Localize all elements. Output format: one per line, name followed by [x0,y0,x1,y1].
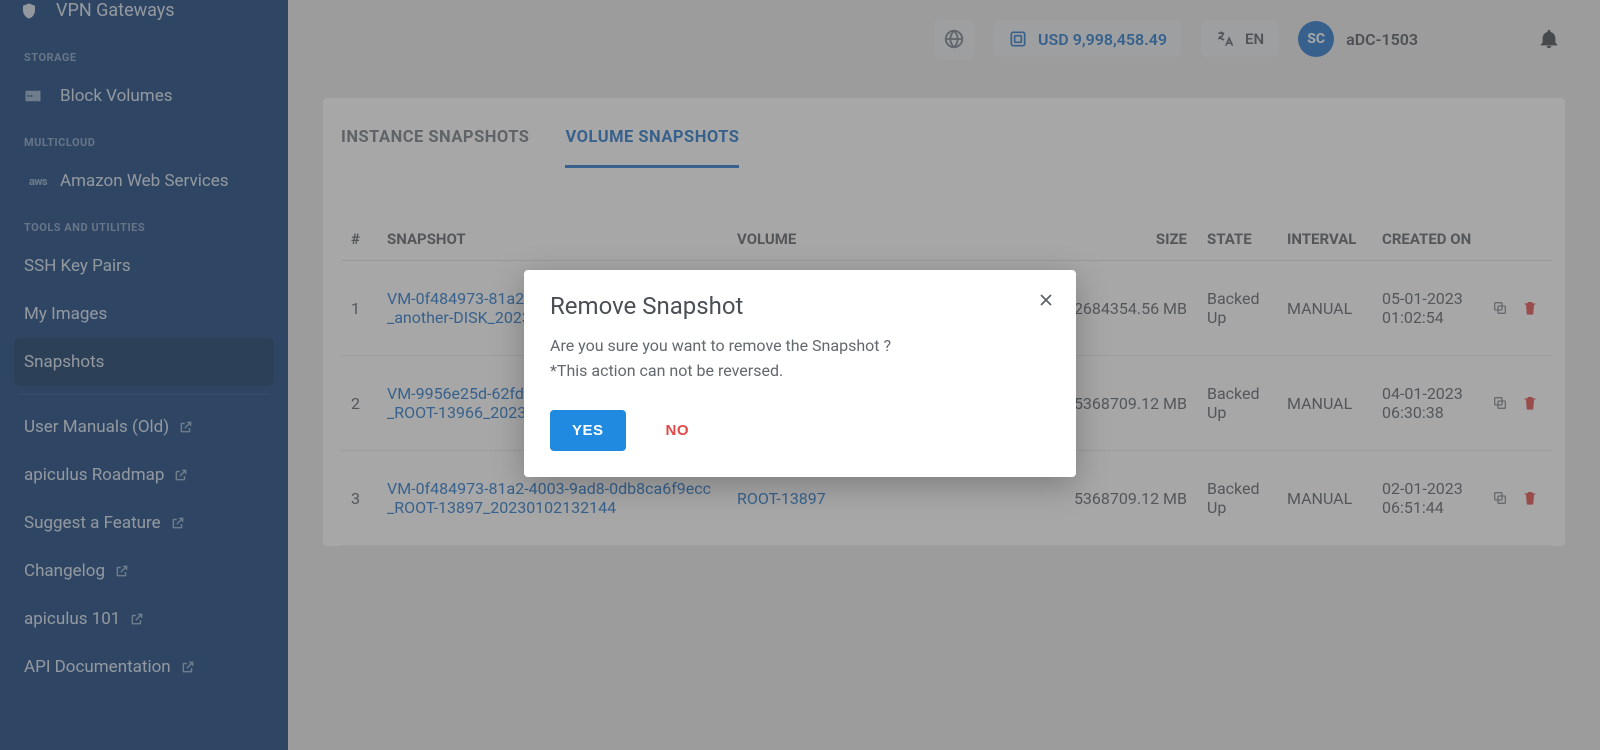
modal-actions: YES NO [550,410,1050,451]
close-icon[interactable] [1036,290,1056,310]
modal-overlay[interactable]: Remove Snapshot Are you sure you want to… [0,0,1600,750]
modal-body: Are you sure you want to remove the Snap… [550,334,1050,384]
modal-title: Remove Snapshot [550,292,1050,320]
remove-snapshot-modal: Remove Snapshot Are you sure you want to… [524,270,1076,477]
no-button[interactable]: NO [666,422,690,439]
yes-button[interactable]: YES [550,410,626,451]
